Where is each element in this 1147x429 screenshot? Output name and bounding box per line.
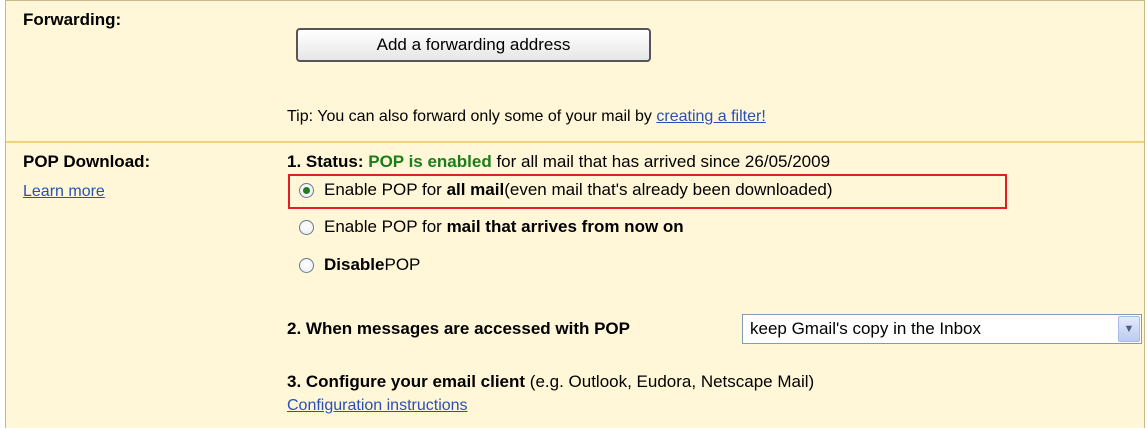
pop-status: 1. Status: POP is enabled for all mail t… [287,152,830,172]
forwarding-label: Forwarding: [23,10,122,29]
radio-enable-from-now[interactable] [299,219,314,235]
configure-client: 3. Configure your email client (e.g. Out… [287,372,814,392]
chevron-down-icon[interactable]: ▼ [1118,316,1140,342]
config-label: 3. Configure your email client [287,372,526,391]
option-bold: Disable [324,255,385,274]
select-value: keep Gmail's copy in the Inbox [750,319,981,338]
add-forwarding-address-button[interactable]: Add a forwarding address [296,28,651,62]
learn-more-link[interactable]: Learn more [23,183,105,201]
option-prefix: Enable POP for [324,217,442,236]
status-label: 1. Status: [287,152,369,171]
pop-download-label: POP Download: [23,152,151,171]
pop-download-section: POP Download: Learn more 1. Status: POP … [6,143,1144,429]
radio-selected-dot [303,186,310,194]
tip-text: Tip: You can also forward only some of y… [287,108,657,125]
radio-disable-pop[interactable] [299,257,314,273]
radio-enable-all-mail[interactable] [299,182,314,198]
option-prefix: Enable POP for [324,180,442,199]
configuration-instructions-link[interactable]: Configuration instructions [287,397,468,415]
option-enable-from-now[interactable]: Enable POP for mail that arrives from no… [299,217,684,237]
option-enable-all-mail[interactable]: Enable POP for all mail (even mail that'… [299,180,833,200]
settings-panel: Forwarding: Add a forwarding address Tip… [5,0,1145,428]
status-suffix: for all mail that has arrived since 26/0… [491,152,831,171]
creating-filter-link[interactable]: creating a filter! [656,108,765,125]
option-bold: all mail [446,180,505,199]
option-suffix: POP [384,255,421,274]
status-value: POP is enabled [368,152,492,171]
forwarding-tip: Tip: You can also forward only some of y… [287,108,766,126]
option-disable-pop[interactable]: Disable POP [299,255,420,275]
pop-access-select[interactable]: keep Gmail's copy in the Inbox ▼ [742,314,1142,344]
option-bold: mail that arrives from now on [446,217,684,236]
forwarding-section: Forwarding: Add a forwarding address Tip… [6,1,1144,143]
config-suffix: (e.g. Outlook, Eudora, Netscape Mail) [525,372,815,391]
option-suffix: (even mail that's already been downloade… [504,180,833,199]
access-label: 2. When messages are accessed with POP [287,319,630,338]
